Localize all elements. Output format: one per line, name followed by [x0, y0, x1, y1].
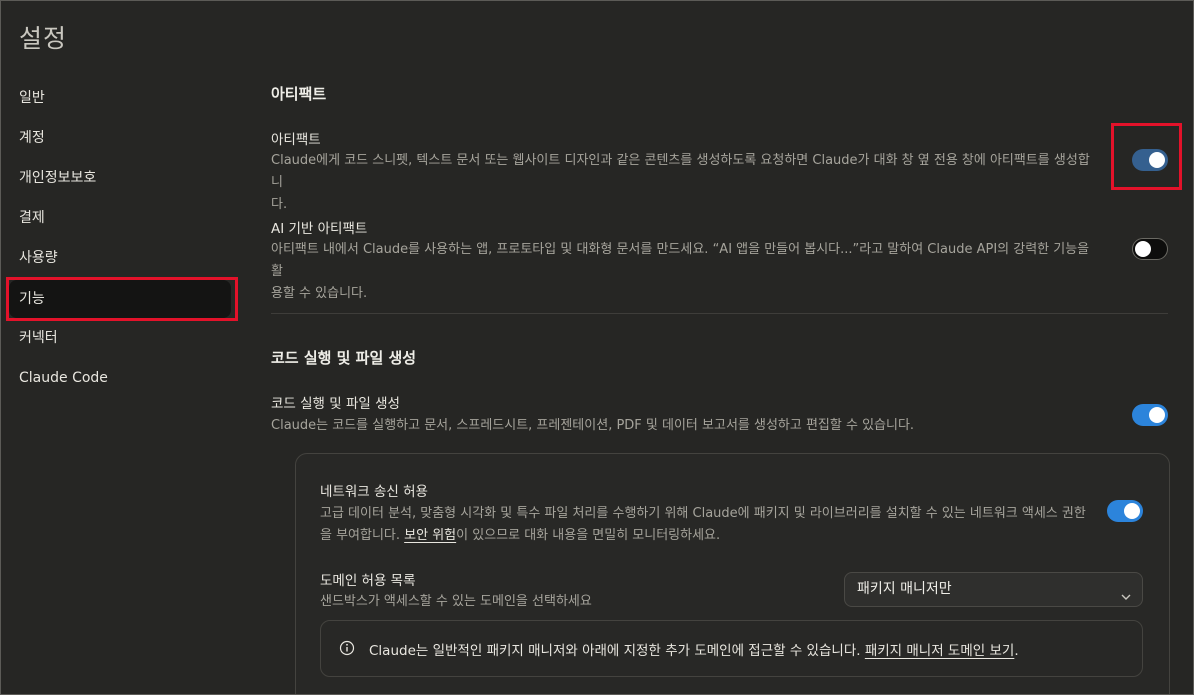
domain-allowlist-selected-value: 패키지 매니저만 [857, 581, 952, 597]
network-desc-pre: 을 부여합니다. [320, 528, 405, 543]
network-setting-title: 네트워크 송신 허용 [320, 484, 428, 500]
domain-allowlist-select[interactable]: 패키지 매니저만 [844, 572, 1143, 607]
sidebar-item-general[interactable]: 일반 [9, 79, 231, 117]
domain-allowlist-description: 샌드박스가 액세스할 수 있는 도메인을 선택하세요 [320, 594, 592, 609]
info-icon [339, 640, 355, 656]
ai-artifacts-desc-line-1: 아티팩트 내에서 Claude를 사용하는 앱, 프로토타입 및 대화형 문서를… [271, 242, 1090, 279]
sidebar-item-billing[interactable]: 결제 [9, 199, 231, 237]
page-title: 설정 [19, 24, 68, 53]
artifacts-toggle[interactable] [1132, 149, 1168, 171]
sidebar-item-claude-code[interactable]: Claude Code [9, 359, 231, 397]
code-section-title: 코드 실행 및 파일 생성 [271, 349, 417, 367]
artifacts-desc-line-2: 다. [271, 197, 288, 212]
toggle-knob [1149, 407, 1165, 423]
sidebar-item-privacy[interactable]: 개인정보보호 [9, 159, 231, 197]
domain-info-text: Claude는 일반적인 패키지 매니저와 아래에 지정한 추가 도메인에 접근… [369, 639, 1019, 659]
network-egress-toggle[interactable] [1107, 500, 1143, 522]
sidebar-item-connectors[interactable]: 커넥터 [9, 319, 231, 357]
code-exec-toggle[interactable] [1132, 404, 1168, 426]
ai-artifacts-setting-title: AI 기반 아티팩트 [271, 221, 368, 237]
network-desc-line-2: 을 부여합니다. 보안 위험이 있으므로 대화 내용을 면밀히 모니터링하세요. [320, 525, 1090, 547]
ai-artifacts-setting-description: 아티팩트 내에서 Claude를 사용하는 앱, 프로토타입 및 대화형 문서를… [271, 239, 1096, 305]
ai-artifacts-desc-line-2: 용할 수 있습니다. [271, 286, 368, 301]
network-desc-post: 이 있으므로 대화 내용을 면밀히 모니터링하세요. [456, 528, 721, 543]
sidebar-item-account[interactable]: 계정 [9, 119, 231, 157]
ai-artifacts-toggle[interactable] [1132, 238, 1168, 260]
view-package-manager-domains-link[interactable]: 패키지 매니저 도메인 보기 [865, 643, 1015, 659]
toggle-knob [1149, 152, 1165, 168]
chevron-down-icon [1120, 583, 1132, 616]
domain-allowlist-title: 도메인 허용 목록 [320, 573, 416, 589]
network-setting-description: 고급 데이터 분석, 맞춤형 시각화 및 특수 파일 처리를 수행하기 위해 C… [320, 503, 1090, 547]
artifacts-section-title: 아티팩트 [271, 85, 327, 103]
security-risk-link[interactable]: 보안 위험 [404, 528, 456, 543]
code-exec-setting-description: Claude는 코드를 실행하고 문서, 스프레드시트, 프레젠테이션, PDF… [271, 418, 915, 433]
artifacts-setting-description: Claude에게 코드 스니펫, 텍스트 문서 또는 웹사이트 디자인과 같은 … [271, 150, 1096, 216]
sidebar-item-features[interactable]: 기능 [9, 280, 231, 318]
domain-info-message: Claude는 일반적인 패키지 매니저와 아래에 지정한 추가 도메인에 접근… [369, 643, 865, 659]
section-divider [271, 313, 1168, 314]
toggle-knob [1135, 241, 1151, 257]
settings-window: 설정 일반 계정 개인정보보호 결제 사용량 기능 커넥터 Claude Cod… [0, 0, 1194, 695]
network-desc-line-1: 고급 데이터 분석, 맞춤형 시각화 및 특수 파일 처리를 수행하기 위해 C… [320, 506, 1086, 521]
network-settings-card: 네트워크 송신 허용 고급 데이터 분석, 맞춤형 시각화 및 특수 파일 처리… [295, 453, 1170, 694]
sidebar-item-usage[interactable]: 사용량 [9, 239, 231, 277]
artifacts-setting-title: 아티팩트 [271, 132, 321, 148]
artifacts-desc-line-1: Claude에게 코드 스니펫, 텍스트 문서 또는 웹사이트 디자인과 같은 … [271, 153, 1090, 190]
domain-info-suffix: . [1014, 643, 1019, 659]
code-exec-setting-title: 코드 실행 및 파일 생성 [271, 396, 400, 412]
toggle-knob [1124, 503, 1140, 519]
domain-info-box: Claude는 일반적인 패키지 매니저와 아래에 지정한 추가 도메인에 접근… [320, 620, 1143, 677]
